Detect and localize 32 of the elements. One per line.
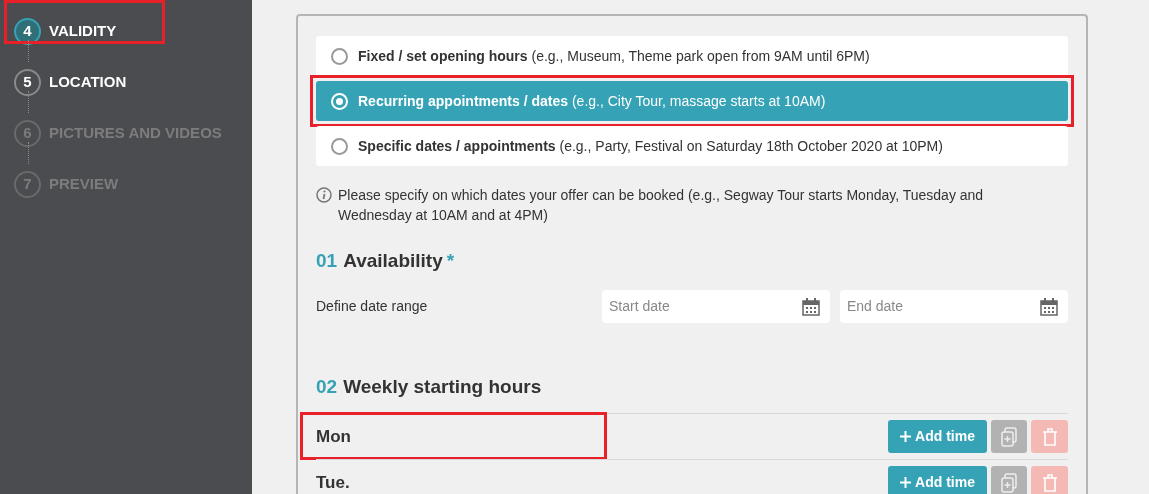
copy-icon [1000, 472, 1018, 493]
section-title: Weekly starting hours [343, 374, 542, 399]
plus-icon [900, 431, 912, 442]
section-number: 02 [316, 374, 338, 399]
step-label[interactable]: VALIDITY [49, 20, 117, 43]
end-date-field[interactable]: End date [840, 289, 1068, 323]
copy-button[interactable] [991, 466, 1027, 494]
step-number: 5 [14, 69, 41, 96]
delete-button[interactable] [1031, 466, 1068, 494]
start-date-field[interactable]: Start date [602, 289, 830, 323]
radio-option[interactable]: Recurring appointments / dates (e.g., City Tour, massage starts at 10AM) [316, 81, 1068, 121]
copy-icon [1000, 426, 1018, 447]
section-number: 01 [316, 249, 338, 273]
radio-option[interactable]: Specific dates / appointments (e.g., Party, Festival on Saturday 18th October 2020 at 10PM) [316, 126, 1068, 166]
section-title: Availability [343, 249, 443, 273]
radio-option[interactable]: Fixed / set opening hours (e.g., Museum, Theme park open from 9AM until 6PM) [316, 36, 1068, 76]
day-label: Mon [316, 425, 352, 448]
info-text: Please specify on which dates your offer can be booked (e.g., Segway Tour starts Monday, Tuesday and Wednesday at 10AM and at 4PM) [338, 186, 985, 225]
step-label[interactable]: LOCATION [49, 71, 127, 94]
day-label: Tue. [316, 471, 351, 494]
add-time-button[interactable]: Add time [888, 420, 987, 453]
field-label: Define date range [316, 296, 429, 316]
copy-button[interactable] [991, 420, 1027, 453]
trash-icon [1041, 473, 1058, 492]
required-mark: * [446, 249, 455, 273]
trash-icon [1041, 427, 1058, 446]
delete-button[interactable] [1031, 420, 1068, 453]
add-time-button[interactable]: Add time [888, 466, 987, 494]
calendar-icon [1040, 297, 1058, 316]
calendar-icon [802, 297, 820, 316]
info-icon [316, 187, 332, 203]
plus-icon [900, 477, 912, 488]
